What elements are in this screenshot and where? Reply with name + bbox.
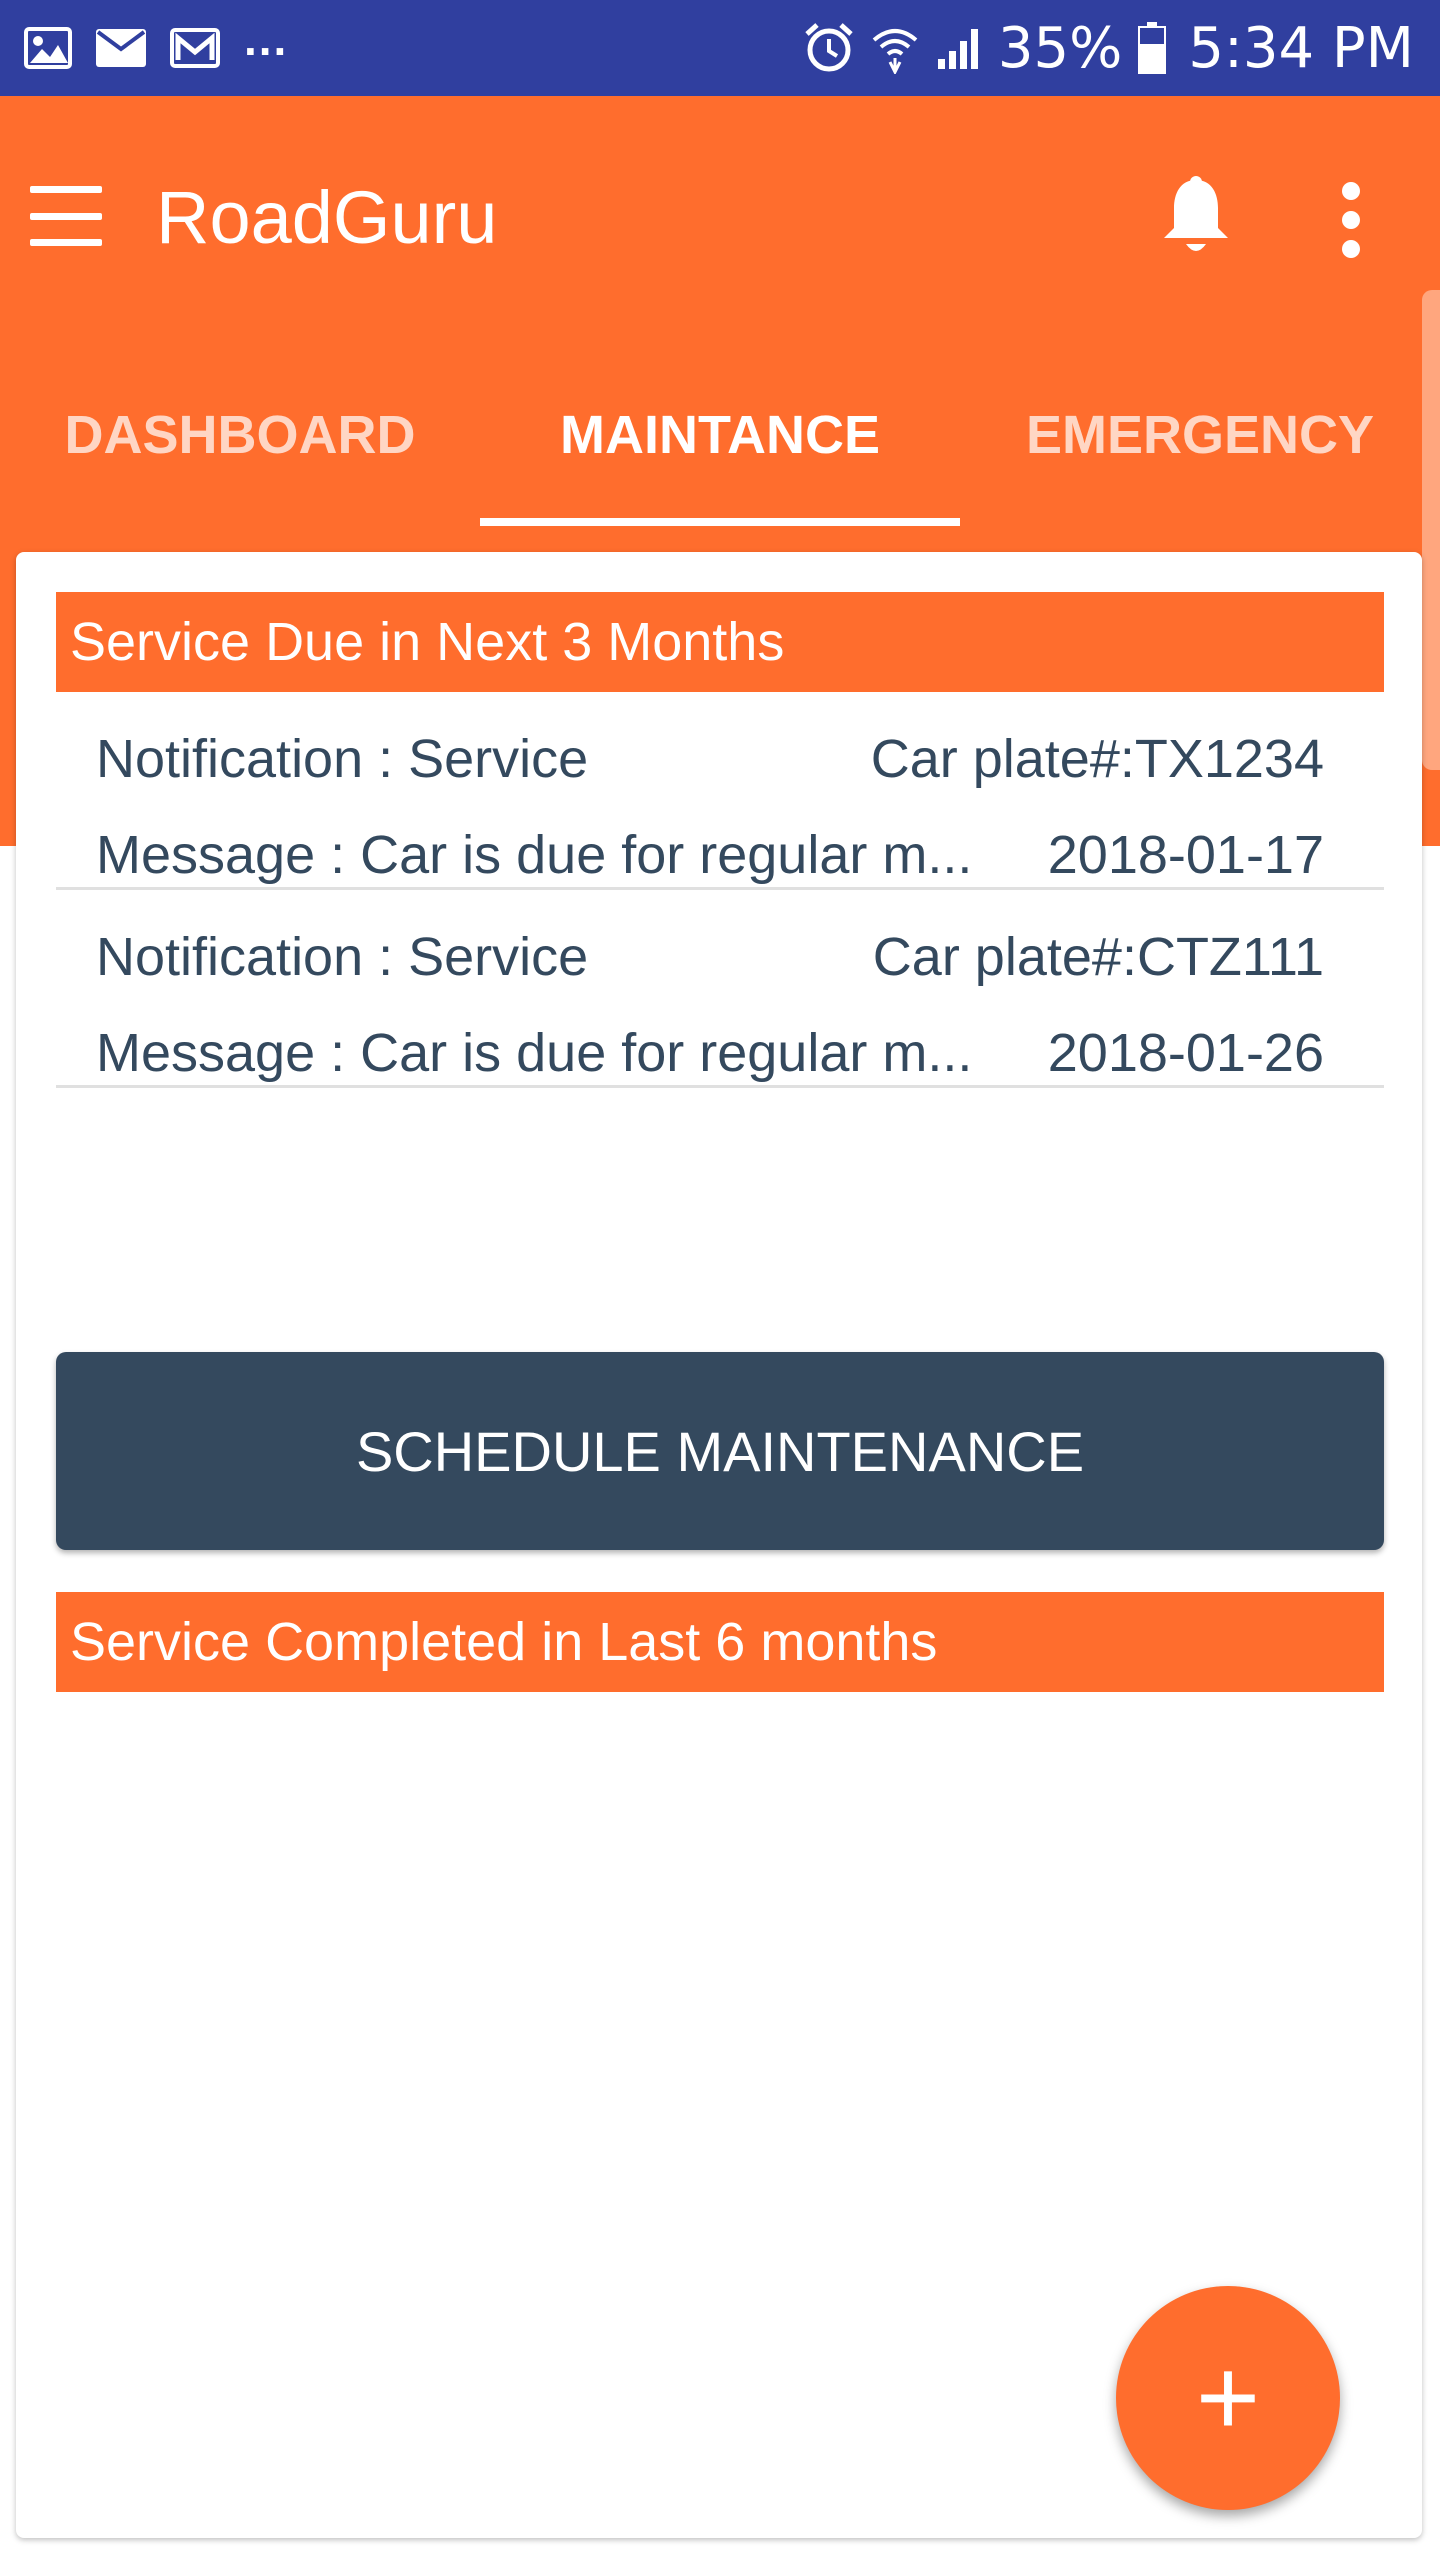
- tab-indicator: [480, 518, 960, 526]
- notification-message: Message : Car is due for regular m...: [96, 825, 973, 885]
- notification-type: Notification : Service: [96, 729, 589, 789]
- status-bar: ... 35% 5:34 PM: [0, 0, 1440, 96]
- app-title: RoadGuru: [156, 176, 498, 259]
- car-plate: Car plate#:TX1234: [870, 729, 1324, 789]
- more-notifications-indicator: ...: [244, 13, 289, 65]
- signal-icon: [936, 25, 986, 71]
- wifi-icon: [870, 22, 920, 74]
- battery-percent: 35%: [997, 15, 1123, 81]
- message-row: Message : Car is due for regular m... 20…: [96, 824, 1324, 886]
- service-completed-header: Service Completed in Last 6 months: [56, 1592, 1384, 1692]
- service-due-header: Service Due in Next 3 Months: [56, 592, 1384, 692]
- alarm-icon: [804, 22, 854, 74]
- battery-icon: [1138, 22, 1167, 74]
- bell-icon[interactable]: [1158, 176, 1234, 258]
- status-bar-left: ...: [24, 16, 288, 69]
- email-icon: [96, 29, 146, 67]
- car-plate: Car plate#:CTZ111: [872, 927, 1324, 987]
- add-fab-button[interactable]: +: [1116, 2286, 1340, 2510]
- notification-row: Notification : Service Car plate#:TX1234: [96, 728, 1324, 790]
- toolbar: RoadGuru: [0, 96, 1440, 340]
- tab-dashboard[interactable]: DASHBOARD: [0, 340, 480, 530]
- message-row: Message : Car is due for regular m... 20…: [96, 1022, 1324, 1084]
- list-item[interactable]: Notification : Service Car plate#:CTZ111…: [56, 890, 1384, 1088]
- list-item[interactable]: Notification : Service Car plate#:TX1234…: [56, 692, 1384, 890]
- maintenance-card: Service Due in Next 3 Months Notificatio…: [16, 552, 1422, 2538]
- status-bar-right: 35% 5:34 PM: [788, 16, 1414, 81]
- plus-icon: +: [1195, 2336, 1261, 2459]
- image-icon: [24, 27, 72, 69]
- hamburger-icon[interactable]: [30, 186, 106, 246]
- notification-date: 2018-01-26: [1047, 1023, 1324, 1083]
- notification-date: 2018-01-17: [1047, 825, 1324, 885]
- gmail-icon: [170, 28, 220, 68]
- tab-bar: DASHBOARD MAINTANCE EMERGENCY: [0, 340, 1440, 530]
- clock: 5:34 PM: [1188, 15, 1414, 81]
- tab-maintance[interactable]: MAINTANCE: [480, 340, 960, 530]
- notification-row: Notification : Service Car plate#:CTZ111: [96, 926, 1324, 988]
- tab-emergency[interactable]: EMERGENCY: [960, 340, 1440, 530]
- more-vert-icon[interactable]: [1326, 182, 1376, 258]
- notification-message: Message : Car is due for regular m...: [96, 1023, 973, 1083]
- notification-type: Notification : Service: [96, 927, 589, 987]
- schedule-maintenance-button[interactable]: SCHEDULE MAINTENANCE: [56, 1352, 1384, 1550]
